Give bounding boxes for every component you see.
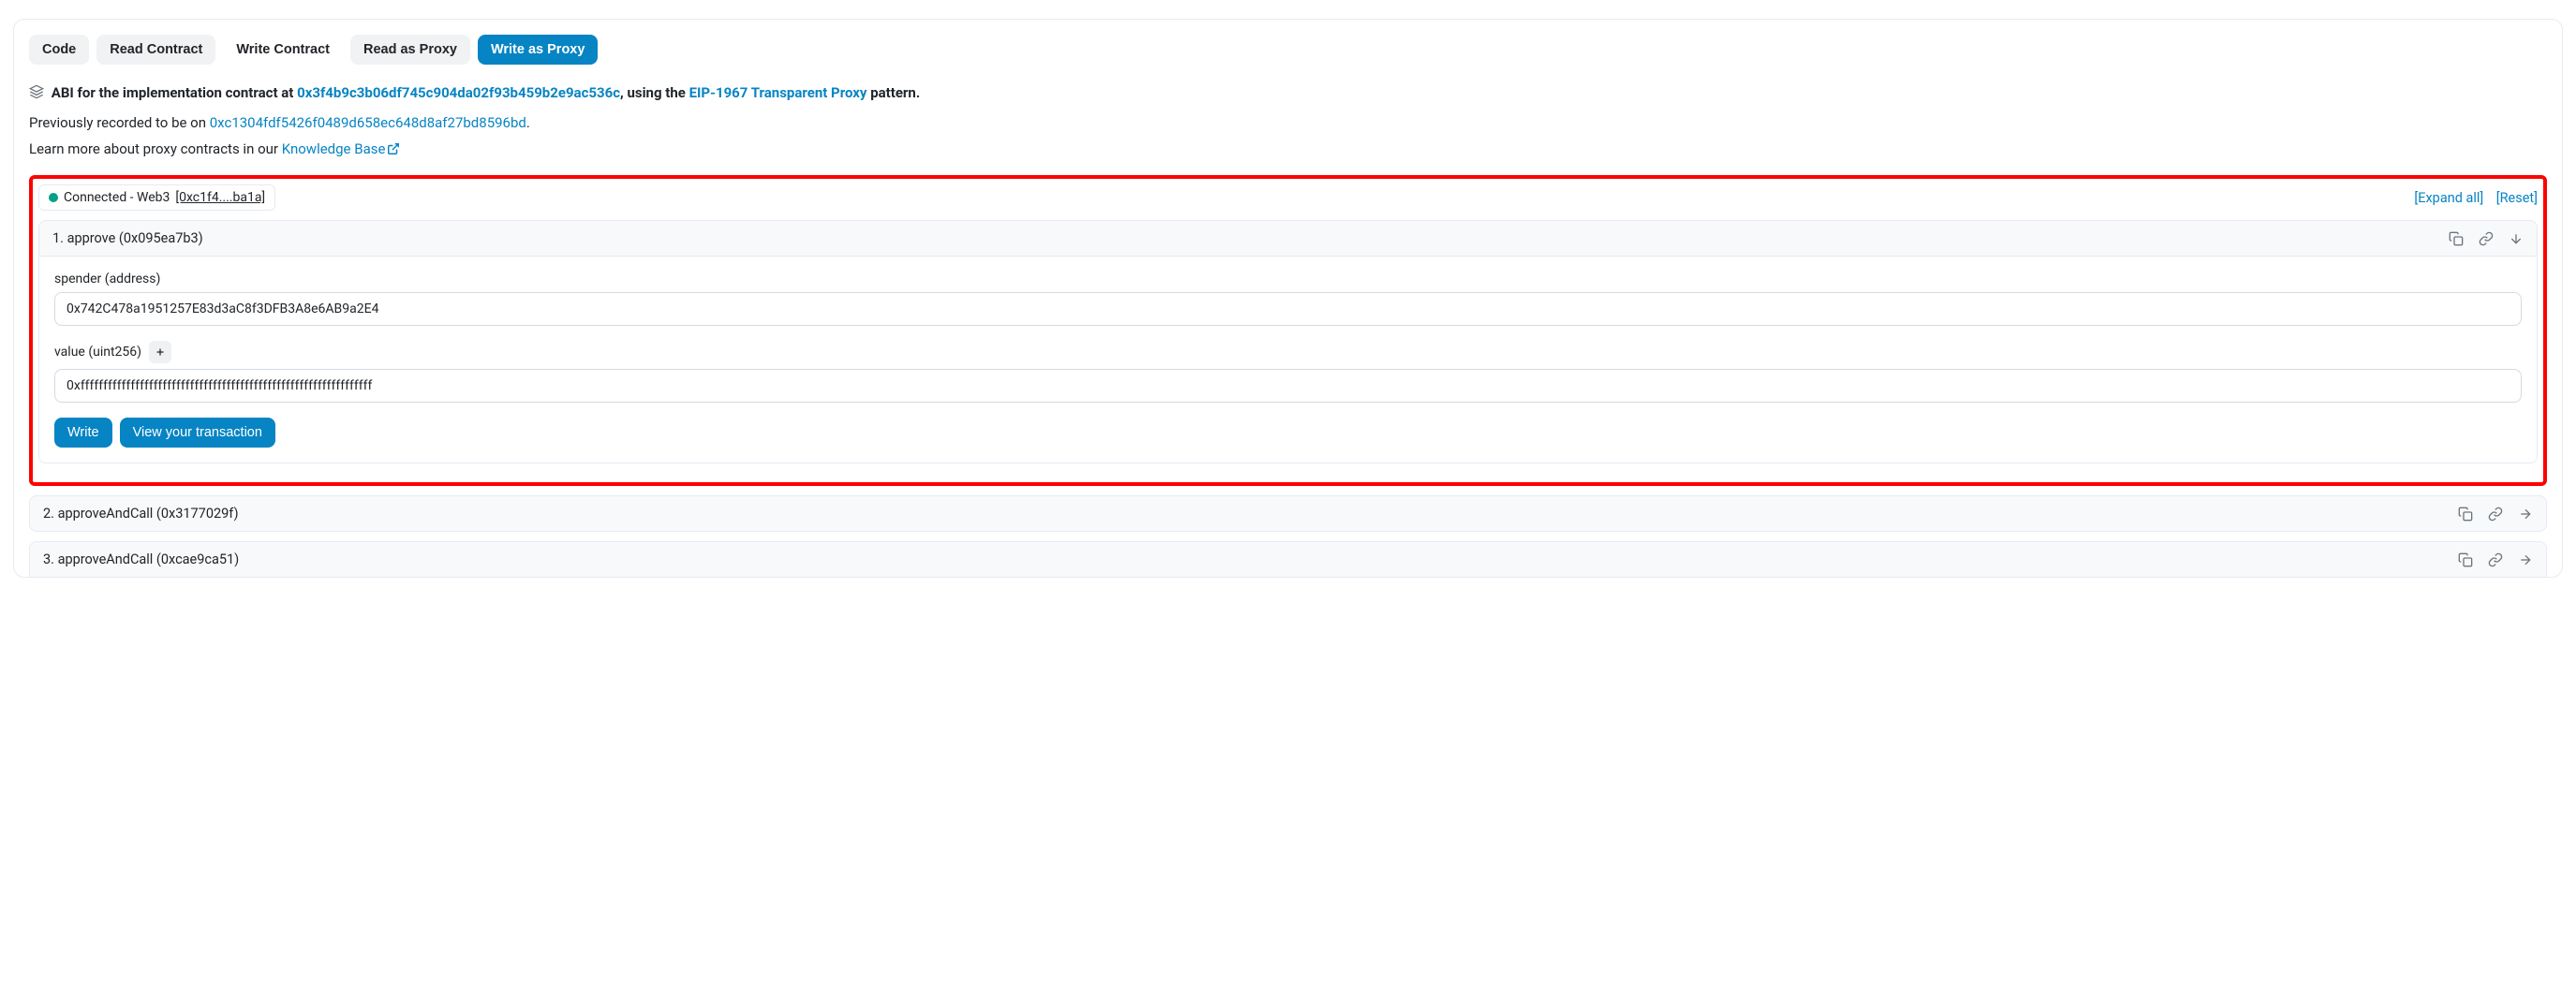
impl-address-link[interactable]: 0x3f4b9c3b06df745c904da02f93b459b2e9ac53… (297, 84, 620, 101)
tab-code[interactable]: Code (29, 35, 89, 65)
link-icon[interactable] (2488, 507, 2503, 522)
contract-card: Code Read Contract Write Contract Read a… (13, 19, 2563, 578)
external-link-icon (387, 140, 400, 162)
abi-prefix: ABI for the implementation contract at (52, 84, 297, 101)
reset-link[interactable]: [Reset] (2496, 190, 2538, 206)
tab-write-contract[interactable]: Write Contract (223, 35, 343, 65)
link-icon[interactable] (2479, 231, 2494, 246)
function-header-icons (2458, 507, 2533, 522)
prev-suffix: . (526, 114, 530, 131)
connection-actions: [Expand all] [Reset] (2405, 190, 2538, 206)
previous-impl-line: Previously recorded to be on 0xc1304fdf5… (29, 111, 2547, 134)
tab-read-as-proxy[interactable]: Read as Proxy (350, 35, 470, 65)
connection-status-text: Connected - Web3 (64, 190, 170, 205)
field-label-spender: spender (address) (54, 272, 2522, 287)
arrow-right-icon[interactable] (2518, 552, 2533, 567)
arrow-down-icon[interactable] (2509, 231, 2524, 246)
knowledge-base-link[interactable]: Knowledge Base (282, 140, 401, 157)
abi-info-line: ABI for the implementation contract at 0… (29, 81, 2547, 106)
copy-icon[interactable] (2458, 507, 2473, 522)
status-dot-icon (49, 193, 58, 202)
kb-prefix: Learn more about proxy contracts in our (29, 140, 282, 157)
action-buttons: Write View your transaction (54, 418, 2522, 448)
arrow-right-icon[interactable] (2518, 507, 2533, 522)
knowledge-base-line: Learn more about proxy contracts in our … (29, 138, 2547, 162)
expand-all-link[interactable]: [Expand all] (2414, 190, 2483, 206)
tab-write-as-proxy[interactable]: Write as Proxy (478, 35, 598, 65)
function-header-approveandcall-1[interactable]: 2. approveAndCall (0x3177029f) (29, 495, 2547, 532)
function-body-approve: spender (address) value (uint256) Write … (38, 257, 2538, 463)
function-header-approveandcall-2[interactable]: 3. approveAndCall (0xcae9ca51) (29, 541, 2547, 577)
spender-input[interactable] (54, 292, 2522, 326)
prev-address-link[interactable]: 0xc1304fdf5426f0489d658ec648d8af27bd8596… (210, 114, 526, 131)
connection-status-pill[interactable]: Connected - Web3 [0xc1f4....ba1a] (38, 184, 275, 211)
copy-icon[interactable] (2449, 231, 2464, 246)
abi-middle: , using the (620, 84, 689, 101)
add-value-button[interactable] (149, 341, 171, 363)
copy-icon[interactable] (2458, 552, 2473, 567)
proxy-pattern-link[interactable]: EIP-1967 Transparent Proxy (689, 84, 867, 101)
function-header-icons (2449, 231, 2524, 246)
connected-address: [0xc1f4....ba1a] (175, 190, 265, 205)
field-label-value: value (uint256) (54, 341, 2522, 363)
function-header-approve[interactable]: 1. approve (0x095ea7b3) (38, 220, 2538, 257)
function-title: 2. approveAndCall (0x3177029f) (43, 506, 239, 522)
view-transaction-button[interactable]: View your transaction (120, 418, 275, 448)
prev-prefix: Previously recorded to be on (29, 114, 210, 131)
write-button[interactable]: Write (54, 418, 112, 448)
tab-bar: Code Read Contract Write Contract Read a… (29, 35, 2547, 65)
link-icon[interactable] (2488, 552, 2503, 567)
function-title: 3. approveAndCall (0xcae9ca51) (43, 551, 239, 567)
value-input[interactable] (54, 369, 2522, 403)
tab-read-contract[interactable]: Read Contract (96, 35, 215, 65)
highlighted-section: Connected - Web3 [0xc1f4....ba1a] [Expan… (29, 175, 2547, 486)
connection-row: Connected - Web3 [0xc1f4....ba1a] [Expan… (38, 184, 2538, 211)
function-header-icons (2458, 552, 2533, 567)
abi-suffix: pattern. (866, 84, 920, 101)
plus-icon (155, 346, 166, 358)
layers-icon (29, 86, 48, 103)
function-title: 1. approve (0x095ea7b3) (52, 230, 203, 246)
